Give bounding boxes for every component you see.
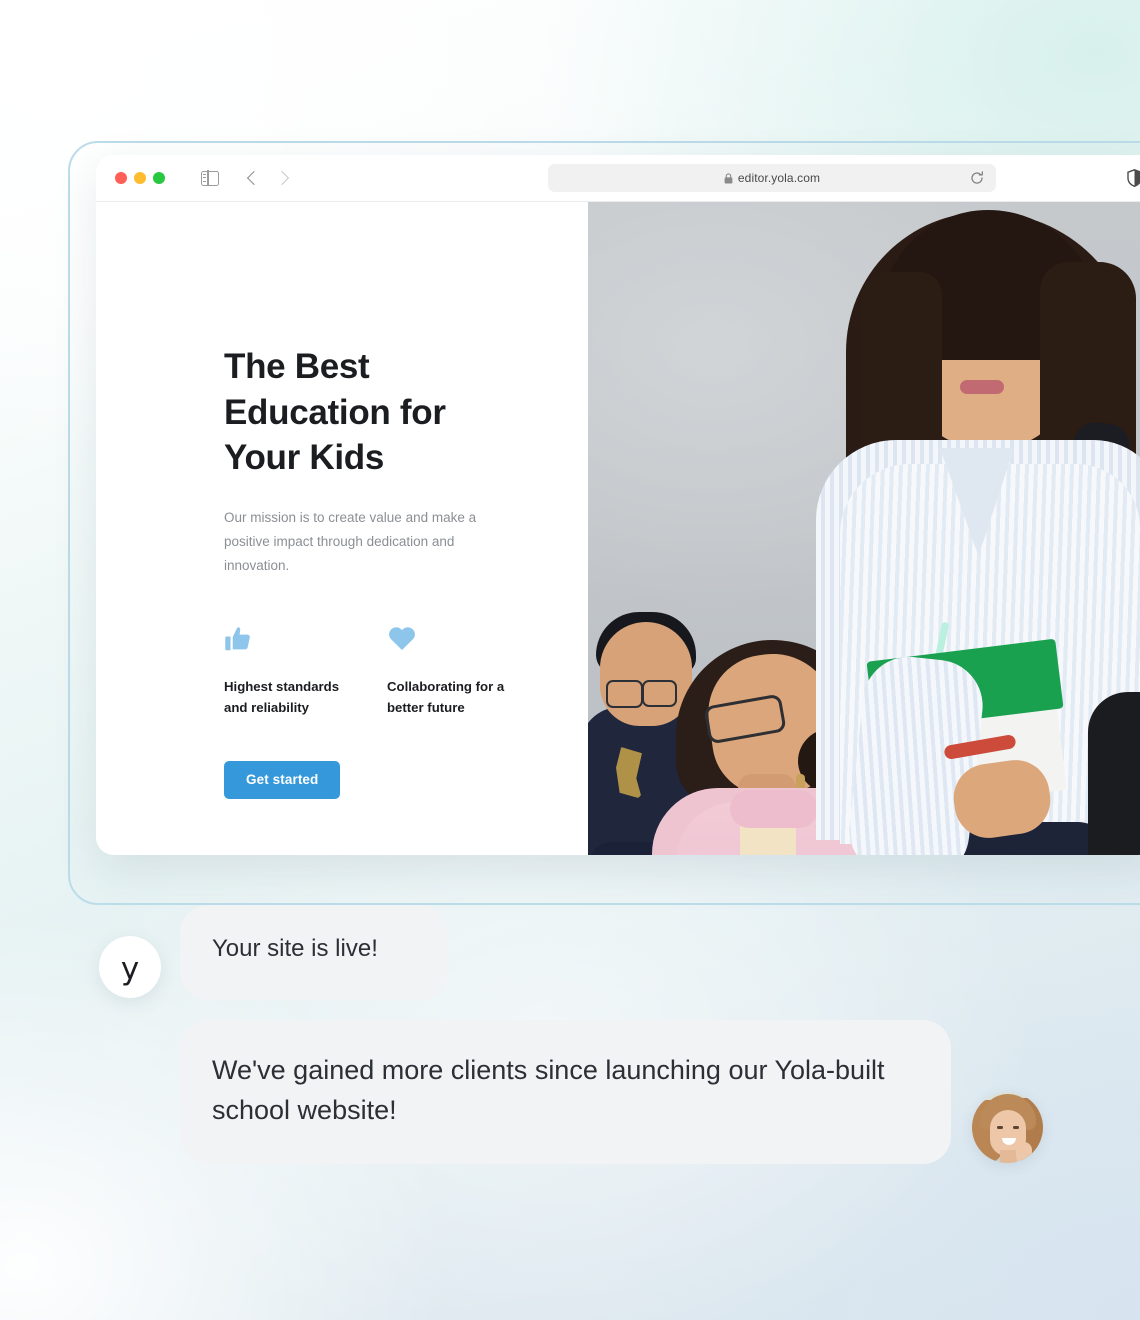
lock-icon <box>724 173 733 184</box>
privacy-shield-icon[interactable] <box>1127 169 1140 187</box>
feature-list: Highest standards and reliability Collab… <box>224 624 588 719</box>
yola-logo-letter: y <box>120 950 140 987</box>
reload-icon[interactable] <box>970 171 984 185</box>
yola-brand-avatar: y <box>99 936 161 998</box>
chevron-left-icon[interactable] <box>246 170 262 186</box>
chat-bubble-customer: We've gained more clients since launchin… <box>180 1020 951 1164</box>
chat-bubble-yola: Your site is live! <box>180 905 448 1000</box>
feature-label: Highest standards and reliability <box>224 678 340 716</box>
hero-subtitle: Our mission is to create value and make … <box>224 509 477 573</box>
chat-message-text: We've gained more clients since launchin… <box>212 1055 885 1125</box>
url-text: editor.yola.com <box>737 171 821 185</box>
feature-item: Collaborating for a better future <box>387 624 550 719</box>
window-controls[interactable] <box>115 172 165 184</box>
maximize-button[interactable] <box>153 172 165 184</box>
browser-window: editor.yola.com The Best Education for Y… <box>96 155 1140 855</box>
minimize-button[interactable] <box>134 172 146 184</box>
feature-label: Collaborating for a better future <box>387 678 505 716</box>
hero-image <box>588 202 1140 855</box>
browser-toolbar: editor.yola.com <box>96 155 1140 202</box>
feature-item: Highest standards and reliability <box>224 624 387 719</box>
thumbs-up-icon <box>224 624 387 654</box>
chat-message-text: Your site is live! <box>212 935 378 962</box>
customer-avatar <box>972 1092 1043 1163</box>
navigation-controls[interactable] <box>246 170 290 186</box>
get-started-button[interactable]: Get started <box>224 761 341 799</box>
sidebar-icon[interactable] <box>201 169 219 187</box>
address-bar[interactable]: editor.yola.com <box>548 164 996 192</box>
address-bar-content: editor.yola.com <box>724 171 820 185</box>
chevron-right-icon[interactable] <box>274 170 290 186</box>
website-preview: The Best Education for Your Kids Our mis… <box>96 202 1140 855</box>
classroom-photo <box>588 202 1140 855</box>
heart-icon <box>387 624 550 654</box>
close-button[interactable] <box>115 172 127 184</box>
hero-text-column: The Best Education for Your Kids Our mis… <box>96 202 588 855</box>
page-title: The Best Education for Your Kids <box>224 347 446 477</box>
